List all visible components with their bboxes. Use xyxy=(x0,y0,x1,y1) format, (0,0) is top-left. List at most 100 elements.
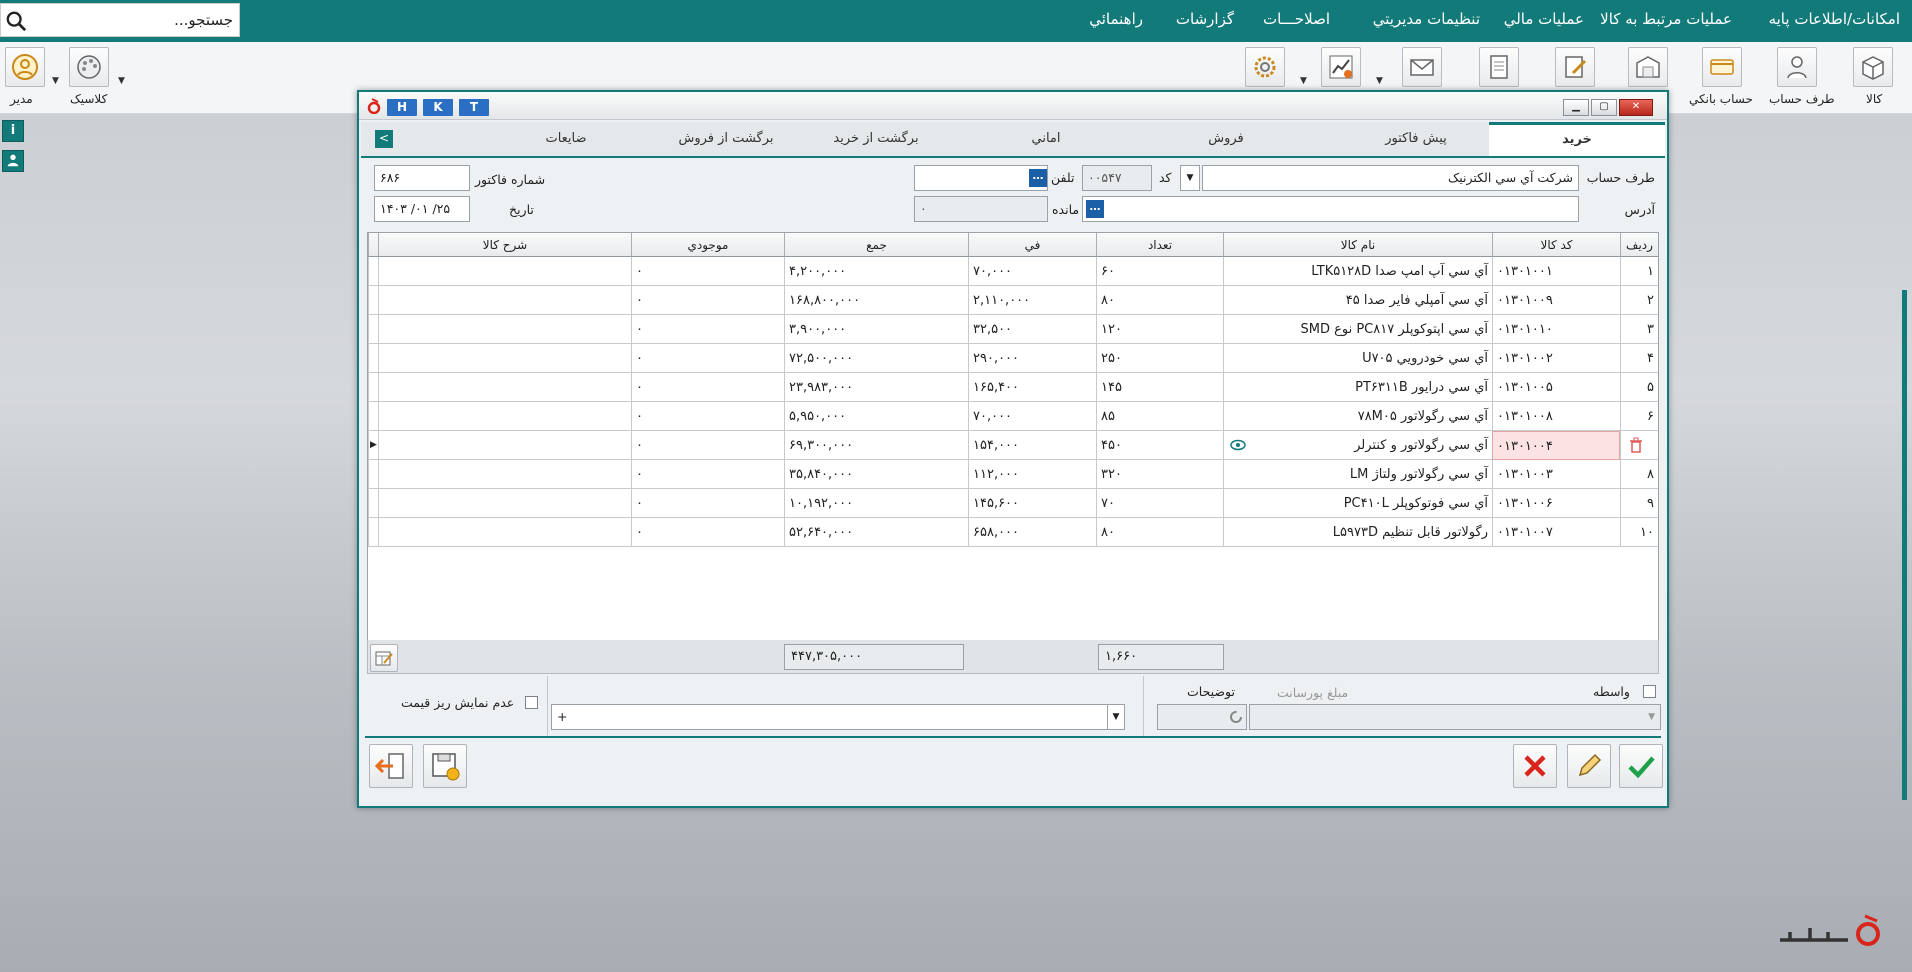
cell-desc[interactable] xyxy=(378,402,631,431)
cell-desc[interactable] xyxy=(378,460,631,489)
address-field[interactable] xyxy=(1082,196,1579,222)
cell-price[interactable]: ۱۴۵,۶۰۰ xyxy=(968,489,1096,518)
row-indicator[interactable] xyxy=(368,373,378,402)
column-header-stock[interactable]: موجودي xyxy=(631,233,784,257)
theme-dropdown-caret[interactable]: ▼ xyxy=(118,76,125,86)
tab-sale[interactable]: فروش xyxy=(1161,122,1291,156)
menu-reports[interactable]: گزارشات xyxy=(1176,10,1234,28)
delete-row-icon[interactable] xyxy=(1628,437,1644,453)
phone-lookup-button[interactable]: … xyxy=(1029,169,1047,187)
admin-dropdown-caret[interactable]: ▼ xyxy=(52,76,59,86)
cell-radif[interactable]: ۵ xyxy=(1620,373,1658,402)
tab-sale-return[interactable]: برگشت از فروش xyxy=(661,122,791,156)
account-party-dropdown[interactable]: ▼ xyxy=(1180,165,1200,191)
bank-account-button[interactable] xyxy=(1702,47,1742,87)
cell-total[interactable]: ۵۲,۶۴۰,۰۰۰ xyxy=(784,518,968,547)
hotkey-t-button[interactable]: T xyxy=(459,99,489,116)
cell-code[interactable]: ۰۱۳۰۱۰۰۹ xyxy=(1492,286,1620,315)
account-party-field[interactable]: شرکت آي سي الکترنيک xyxy=(1202,165,1579,191)
cell-radif[interactable]: ۱ xyxy=(1620,257,1658,286)
address-lookup-button[interactable]: … xyxy=(1086,200,1104,218)
cell-desc[interactable] xyxy=(378,315,631,344)
code-field[interactable]: ۰۰۵۴۷ xyxy=(1082,165,1152,191)
intermediary-checkbox[interactable] xyxy=(1643,685,1656,698)
cell-name[interactable]: آي سي آمپلي فاير صدا ۴۵ xyxy=(1223,286,1492,315)
column-header-total[interactable]: جمع xyxy=(784,233,968,257)
cell-name[interactable]: آي سي اپتوکوپلر PC۸۱۷ نوع SMD xyxy=(1223,315,1492,344)
invoice-number-field[interactable]: ۶۸۶ xyxy=(374,165,470,191)
cell-code[interactable]: ۰۱۳۰۱۰۰۱ xyxy=(1492,257,1620,286)
cell-code[interactable]: ۰۱۳۰۱۰۰۲ xyxy=(1492,344,1620,373)
admin-user-button[interactable] xyxy=(5,47,45,87)
cell-total[interactable]: ۴,۲۰۰,۰۰۰ xyxy=(784,257,968,286)
cell-code[interactable]: ۰۱۳۰۱۰۰۳ xyxy=(1492,460,1620,489)
account-party-button[interactable] xyxy=(1777,47,1817,87)
exit-button[interactable] xyxy=(369,744,413,788)
column-header-name[interactable]: نام کالا xyxy=(1223,233,1492,257)
column-header-radif[interactable]: رديف xyxy=(1620,233,1658,257)
settings-button[interactable] xyxy=(1245,47,1285,87)
cell-total[interactable]: ۳۵,۸۴۰,۰۰۰ xyxy=(784,460,968,489)
cell-code[interactable]: ۰۱۳۰۱۰۰۷ xyxy=(1492,518,1620,547)
cell-qty[interactable]: ۸۰ xyxy=(1096,286,1223,315)
cell-desc[interactable] xyxy=(378,344,631,373)
row-indicator[interactable]: ▶ xyxy=(368,431,378,460)
cell-stock[interactable]: ۰ xyxy=(631,315,784,344)
cell-stock[interactable]: ۰ xyxy=(631,286,784,315)
cell-qty[interactable]: ۸۰ xyxy=(1096,518,1223,547)
row-indicator[interactable] xyxy=(368,460,378,489)
tab-proforma[interactable]: پيش فاکتور xyxy=(1351,122,1481,156)
menu-base-info[interactable]: امکانات/اطلاعات پايه xyxy=(1769,10,1900,28)
column-header-code[interactable]: کد کالا xyxy=(1492,233,1620,257)
edit-document-button[interactable] xyxy=(1555,47,1595,87)
documents-button[interactable] xyxy=(1479,47,1519,87)
row-indicator[interactable] xyxy=(368,402,378,431)
reports-chart-button[interactable] xyxy=(1321,47,1361,87)
cell-price[interactable]: ۱۱۲,۰۰۰ xyxy=(968,460,1096,489)
reports-dropdown-caret[interactable]: ▼ xyxy=(1376,76,1383,86)
cell-code[interactable]: ۰۱۳۰۱۰۱۰ xyxy=(1492,315,1620,344)
cancel-button[interactable] xyxy=(1513,744,1557,788)
row-indicator[interactable] xyxy=(368,315,378,344)
date-field[interactable]: ۱۴۰۳ /۰۱ /۲۵ xyxy=(374,196,470,222)
description-field[interactable]: + xyxy=(551,704,1125,730)
menu-help[interactable]: راهنمائي xyxy=(1089,10,1143,28)
cell-total[interactable]: ۶۹,۳۰۰,۰۰۰ xyxy=(784,431,968,460)
cell-name[interactable]: آي سي درايور PT۶۳۱۱B xyxy=(1223,373,1492,402)
cell-total[interactable]: ۲۳,۹۸۳,۰۰۰ xyxy=(784,373,968,402)
cell-name[interactable]: آي سي رگولاتور ولتاژ LM xyxy=(1223,460,1492,489)
cell-price[interactable]: ۷۰,۰۰۰ xyxy=(968,402,1096,431)
theme-classic-button[interactable] xyxy=(69,47,109,87)
cell-qty[interactable]: ۶۰ xyxy=(1096,257,1223,286)
cell-desc[interactable] xyxy=(378,373,631,402)
minimize-button[interactable]: ▁ xyxy=(1563,99,1589,116)
search-icon[interactable] xyxy=(5,10,27,32)
cell-total[interactable]: ۵,۹۵۰,۰۰۰ xyxy=(784,402,968,431)
cell-name[interactable]: آي سي رگولاتور و کنترلر xyxy=(1223,431,1492,460)
cell-desc[interactable] xyxy=(378,518,631,547)
cell-radif[interactable]: ۴ xyxy=(1620,344,1658,373)
cell-price[interactable]: ۶۵۸,۰۰۰ xyxy=(968,518,1096,547)
hotkey-k-button[interactable]: K xyxy=(423,99,453,116)
cell-name[interactable]: رگولاتور قابل تنظيم L۵۹۷۳D xyxy=(1223,518,1492,547)
row-indicator[interactable] xyxy=(368,344,378,373)
cell-total[interactable]: ۱۰,۱۹۲,۰۰۰ xyxy=(784,489,968,518)
column-header-qty[interactable]: تعداد xyxy=(1096,233,1223,257)
goods-button[interactable] xyxy=(1853,47,1893,87)
save-draft-button[interactable] xyxy=(423,744,467,788)
cell-stock[interactable]: ۰ xyxy=(631,373,784,402)
cell-stock[interactable]: ۰ xyxy=(631,460,784,489)
cell-price[interactable]: ۲,۱۱۰,۰۰۰ xyxy=(968,286,1096,315)
tab-consignment[interactable]: اماني xyxy=(981,122,1111,156)
cell-radif[interactable]: ۸ xyxy=(1620,460,1658,489)
cell-radif[interactable]: ۶ xyxy=(1620,402,1658,431)
cell-name[interactable]: آي سي آپ امپ صدا LTK۵۱۲۸D xyxy=(1223,257,1492,286)
dialog-titlebar[interactable]: H K T ▁ ▢ ✕ xyxy=(359,92,1667,120)
intermediary-select[interactable]: ▼ xyxy=(1249,704,1661,730)
tab-purchase[interactable]: خريد xyxy=(1489,122,1665,156)
cell-code[interactable]: ۰۱۳۰۱۰۰۵ xyxy=(1492,373,1620,402)
mail-button[interactable] xyxy=(1402,47,1442,87)
cell-radif[interactable]: ۹ xyxy=(1620,489,1658,518)
cell-desc[interactable] xyxy=(378,257,631,286)
cell-total[interactable]: ۷۲,۵۰۰,۰۰۰ xyxy=(784,344,968,373)
